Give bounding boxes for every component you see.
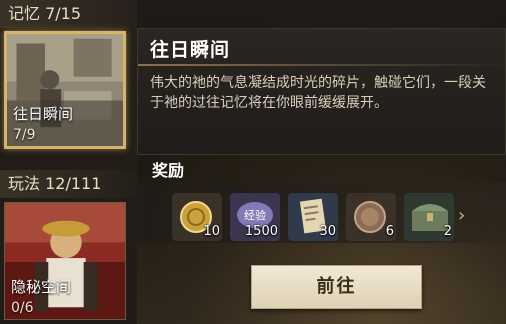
go-button[interactable]: 前往 [251, 265, 422, 309]
card-past-moment[interactable]: 往日瞬间 7/9 [4, 31, 126, 149]
card-secret-space[interactable]: 隐秘空间 0/6 [4, 202, 126, 320]
popup-description: 伟大的祂的气息凝结成时光的碎片，触碰它们，一段关于祂的过往记忆将在你眼前缓缓展开… [150, 75, 486, 111]
reward-item[interactable]: 经验 1500 [230, 193, 280, 241]
reward-item[interactable]: 6 [346, 193, 396, 241]
card-count: 7/9 [13, 127, 36, 143]
reward-quantity: 10 [203, 224, 220, 239]
card-title: 往日瞬间 [13, 105, 74, 123]
reward-quantity: 30 [319, 224, 336, 239]
category-gameplay-header: 玩法 12/111 [0, 170, 137, 198]
left-panel: 记忆 7/15 往日瞬间 7/9 玩法 12/111 隐秘空间 0/6 [0, 0, 137, 324]
experience-icon-text: 经验 [244, 208, 266, 222]
card-count: 0/6 [11, 300, 34, 316]
reward-item[interactable]: 30 [288, 193, 338, 241]
reward-quantity: 1500 [244, 224, 278, 239]
reward-quantity: 6 [385, 224, 394, 239]
card-title: 隐秘空间 [11, 278, 72, 296]
rewards-label: 奖励 [152, 161, 185, 180]
category-memory-header: 记忆 7/15 [0, 0, 137, 28]
popup-title: 往日瞬间 [150, 39, 231, 61]
title-divider [138, 64, 506, 66]
reward-quantity: 2 [443, 224, 452, 239]
reward-item[interactable]: 2 [404, 193, 454, 241]
chevron-right-icon[interactable]: › [458, 205, 465, 226]
reward-item[interactable]: 10 [172, 193, 222, 241]
detail-popup: 往日瞬间 伟大的祂的气息凝结成时光的碎片，触碰它们，一段关于祂的过往记忆将在你眼… [137, 28, 506, 155]
